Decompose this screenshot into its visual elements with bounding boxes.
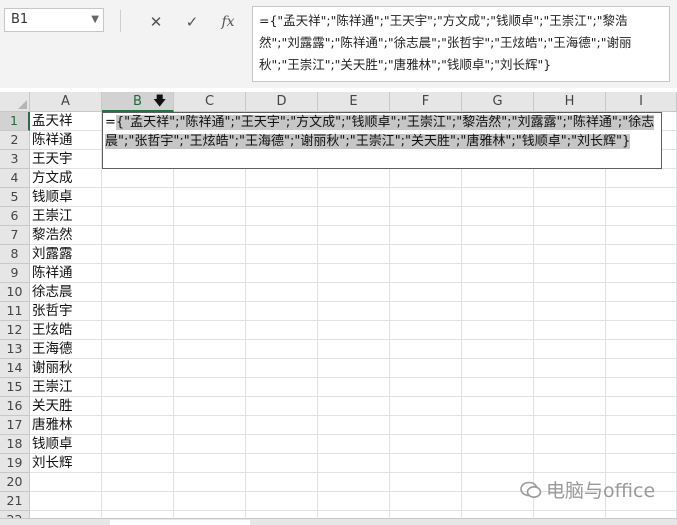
grid-line <box>389 112 390 525</box>
column-select-cursor-icon: 🡇 <box>153 94 167 109</box>
row-header-21[interactable]: 21 <box>0 492 30 511</box>
cell-a16[interactable]: 关天胜 <box>32 397 73 416</box>
watermark: 电脑与office <box>520 476 655 503</box>
row-header-9[interactable]: 9 <box>0 264 30 283</box>
grid-line <box>605 112 606 525</box>
row-header-3[interactable]: 3 <box>0 150 30 169</box>
row-header-12[interactable]: 12 <box>0 321 30 340</box>
cell-a1[interactable]: 孟天祥 <box>32 112 73 131</box>
row-header-4[interactable]: 4 <box>0 169 30 188</box>
formula-buttons: ✕ ✓ fx <box>138 8 248 36</box>
grid-line <box>30 206 677 207</box>
selected-array-text: {"孟天祥";"陈祥通";"王天宇";"方文成";"钱顺卓";"王崇江";"黎浩… <box>105 115 655 149</box>
column-header-f[interactable]: F <box>390 92 462 112</box>
row-header-13[interactable]: 13 <box>0 340 30 359</box>
watermark-text: 电脑与office <box>546 480 656 502</box>
grid-line <box>101 112 102 525</box>
row-header-17[interactable]: 17 <box>0 416 30 435</box>
grid-line <box>30 263 677 264</box>
grid-line <box>173 112 174 525</box>
column-header-c[interactable]: C <box>174 92 246 112</box>
grid-line <box>30 396 677 397</box>
column-header-h[interactable]: H <box>534 92 606 112</box>
cell-a13[interactable]: 王海德 <box>32 340 73 359</box>
cell-a4[interactable]: 方文成 <box>32 169 73 188</box>
cell-a7[interactable]: 黎浩然 <box>32 226 73 245</box>
grid-line <box>30 187 677 188</box>
insert-function-icon[interactable]: fx <box>210 8 246 36</box>
grid-line <box>245 112 246 525</box>
cell-a8[interactable]: 刘露露 <box>32 245 73 264</box>
row-header-19[interactable]: 19 <box>0 454 30 473</box>
cell-a6[interactable]: 王崇江 <box>32 207 73 226</box>
grid-line <box>317 112 318 525</box>
grid-line <box>30 472 677 473</box>
cell-a3[interactable]: 王天宇 <box>32 150 73 169</box>
scrollbar-thumb[interactable] <box>110 520 250 525</box>
row-header-5[interactable]: 5 <box>0 188 30 207</box>
grid-line <box>461 112 462 525</box>
row-header-6[interactable]: 6 <box>0 207 30 226</box>
column-header-i[interactable]: I <box>606 92 677 112</box>
divider <box>120 10 121 32</box>
row-header-7[interactable]: 7 <box>0 226 30 245</box>
grid-line <box>30 339 677 340</box>
cell-a17[interactable]: 唐雅林 <box>32 416 73 435</box>
name-box-value: B1 <box>11 12 29 27</box>
grid-line <box>30 282 677 283</box>
horizontal-scrollbar[interactable] <box>0 518 677 525</box>
grid-line <box>30 453 677 454</box>
row-header-11[interactable]: 11 <box>0 302 30 321</box>
cell-a12[interactable]: 王炫皓 <box>32 321 73 340</box>
formula-input[interactable]: ={"孟天祥";"陈祥通";"王天宇";"方文成";"钱顺卓";"王崇江";"黎… <box>252 6 670 82</box>
cell-a11[interactable]: 张哲宇 <box>32 302 73 321</box>
cancel-icon[interactable]: ✕ <box>138 8 174 36</box>
cell-a9[interactable]: 陈祥通 <box>32 264 73 283</box>
cell-a15[interactable]: 王崇江 <box>32 378 73 397</box>
spreadsheet-grid: A B C D E F G H I 🡇 1 2 3 4 5 6 7 8 9 10 11 12 13 14 15 16 17 18 19… <box>0 92 677 525</box>
row-header-1[interactable]: 1 <box>0 112 30 131</box>
grid-line <box>533 112 534 525</box>
grid-line <box>30 510 677 511</box>
row-header-2[interactable]: 2 <box>0 131 30 150</box>
column-header-e[interactable]: E <box>318 92 390 112</box>
row-header-20[interactable]: 20 <box>0 473 30 492</box>
row-header-16[interactable]: 16 <box>0 397 30 416</box>
column-header-d[interactable]: D <box>246 92 318 112</box>
column-header-a[interactable]: A <box>30 92 102 112</box>
edit-prefix: = <box>105 115 116 130</box>
row-header-8[interactable]: 8 <box>0 245 30 264</box>
grid-line <box>30 244 677 245</box>
formula-bar-area: B1 ▼ ✕ ✓ fx ={"孟天祥";"陈祥通";"王天宇";"方文成";"钱… <box>0 0 677 88</box>
row-header-14[interactable]: 14 <box>0 359 30 378</box>
cell-b1-editor[interactable]: ={"孟天祥";"陈祥通";"王天宇";"方文成";"钱顺卓";"王崇江";"黎… <box>102 112 662 169</box>
cell-a2[interactable]: 陈祥通 <box>32 131 73 150</box>
row-header-10[interactable]: 10 <box>0 283 30 302</box>
name-box[interactable]: B1 ▼ <box>4 8 104 32</box>
select-all-button[interactable] <box>0 92 30 112</box>
grid-line <box>30 434 677 435</box>
cell-a18[interactable]: 钱顺卓 <box>32 435 73 454</box>
grid-line <box>30 358 677 359</box>
grid-line <box>30 377 677 378</box>
wechat-icon <box>520 481 542 498</box>
cell-a19[interactable]: 刘长辉 <box>32 454 73 473</box>
row-header-15[interactable]: 15 <box>0 378 30 397</box>
enter-icon[interactable]: ✓ <box>174 8 210 36</box>
cell-a5[interactable]: 钱顺卓 <box>32 188 73 207</box>
grid-line <box>30 415 677 416</box>
grid-line <box>30 225 677 226</box>
chevron-down-icon[interactable]: ▼ <box>91 9 99 31</box>
cell-a10[interactable]: 徐志晨 <box>32 283 73 302</box>
grid-line <box>30 320 677 321</box>
column-header-g[interactable]: G <box>462 92 534 112</box>
grid-line <box>30 301 677 302</box>
cell-a14[interactable]: 谢丽秋 <box>32 359 73 378</box>
row-header-18[interactable]: 18 <box>0 435 30 454</box>
